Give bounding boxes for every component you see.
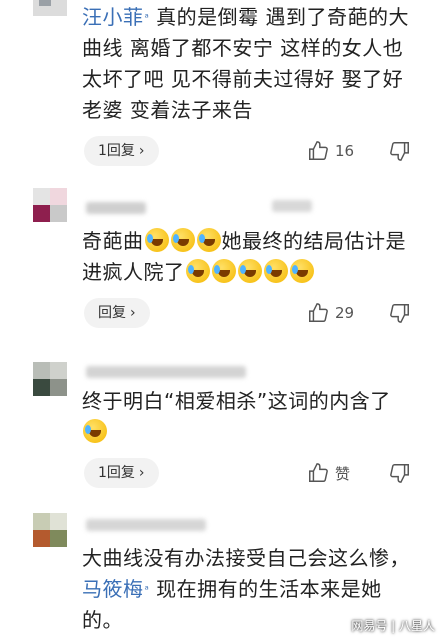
chevron-right-icon: › [138,143,145,159]
username-blurred [86,519,206,531]
comment-body: 终于明白“相爱相杀”这词的内含了 [82,389,391,413]
dislike-button[interactable] [389,140,411,162]
mention-user[interactable]: 汪小菲 [82,5,144,29]
reply-label: 1回复 [98,465,135,481]
comment-text: 终于明白“相爱相杀”这词的内含了 [82,386,417,448]
dislike-button[interactable] [389,462,411,484]
crying-laughing-emoji-icon [170,228,195,252]
like-count: 16 [335,142,355,160]
crying-laughing-emoji-icon [237,259,262,283]
avatar[interactable] [33,513,67,547]
crying-laughing-emoji-icon [263,259,288,283]
like-label: 赞 [335,464,351,483]
avatar[interactable] [33,362,67,396]
mention-badge: ᵃ [144,583,150,596]
like-button[interactable]: 29 [307,302,354,324]
comment-text: 奇葩曲 她最终的结局估计是进疯人院了 [82,226,417,288]
avatar[interactable] [33,0,67,16]
thumbs-up-icon [309,141,328,160]
reply-button[interactable]: 1回复 › [84,136,159,166]
reply-button[interactable]: 回复 › [84,298,150,328]
crying-laughing-emoji-icon [83,419,107,443]
chevron-right-icon: › [138,465,145,481]
like-button[interactable]: 16 [307,140,354,162]
dislike-button[interactable] [389,302,411,324]
crying-laughing-emoji-icon [196,228,221,252]
reply-label: 1回复 [98,143,135,159]
crying-laughing-emoji-icon [185,259,210,283]
mention-badge: ᵃ [144,11,150,24]
like-count: 29 [335,304,355,322]
user-tag-blurred [272,200,312,212]
chevron-right-icon: › [130,305,136,321]
thumbs-down-icon [390,464,409,483]
comment-body: 大曲线没有办法接受自己会这么惨， [82,546,410,570]
thumbs-down-icon [390,142,409,161]
watermark: 网易号 | 八星人 [351,619,435,633]
reply-button[interactable]: 1回复 › [84,458,159,488]
username-blurred [86,366,246,378]
mention-user[interactable]: 马筱梅 [82,577,144,601]
thumbs-up-icon [309,303,328,322]
like-button[interactable]: 赞 [307,462,350,484]
crying-laughing-emoji-icon [144,228,169,252]
crying-laughing-emoji-icon [211,259,236,283]
thumbs-down-icon [390,304,409,323]
thumbs-up-icon [309,463,328,482]
reply-label: 回复 [98,305,126,321]
comment-body: 奇葩曲 [82,229,144,253]
comment-text: 汪小菲ᵃ 真的是倒霉 遇到了奇葩的大曲线 离婚了都不安宁 这样的女人也太坏了吧 … [82,2,417,126]
username-blurred [86,202,146,214]
crying-laughing-emoji-icon [289,259,314,283]
avatar[interactable] [33,188,67,222]
